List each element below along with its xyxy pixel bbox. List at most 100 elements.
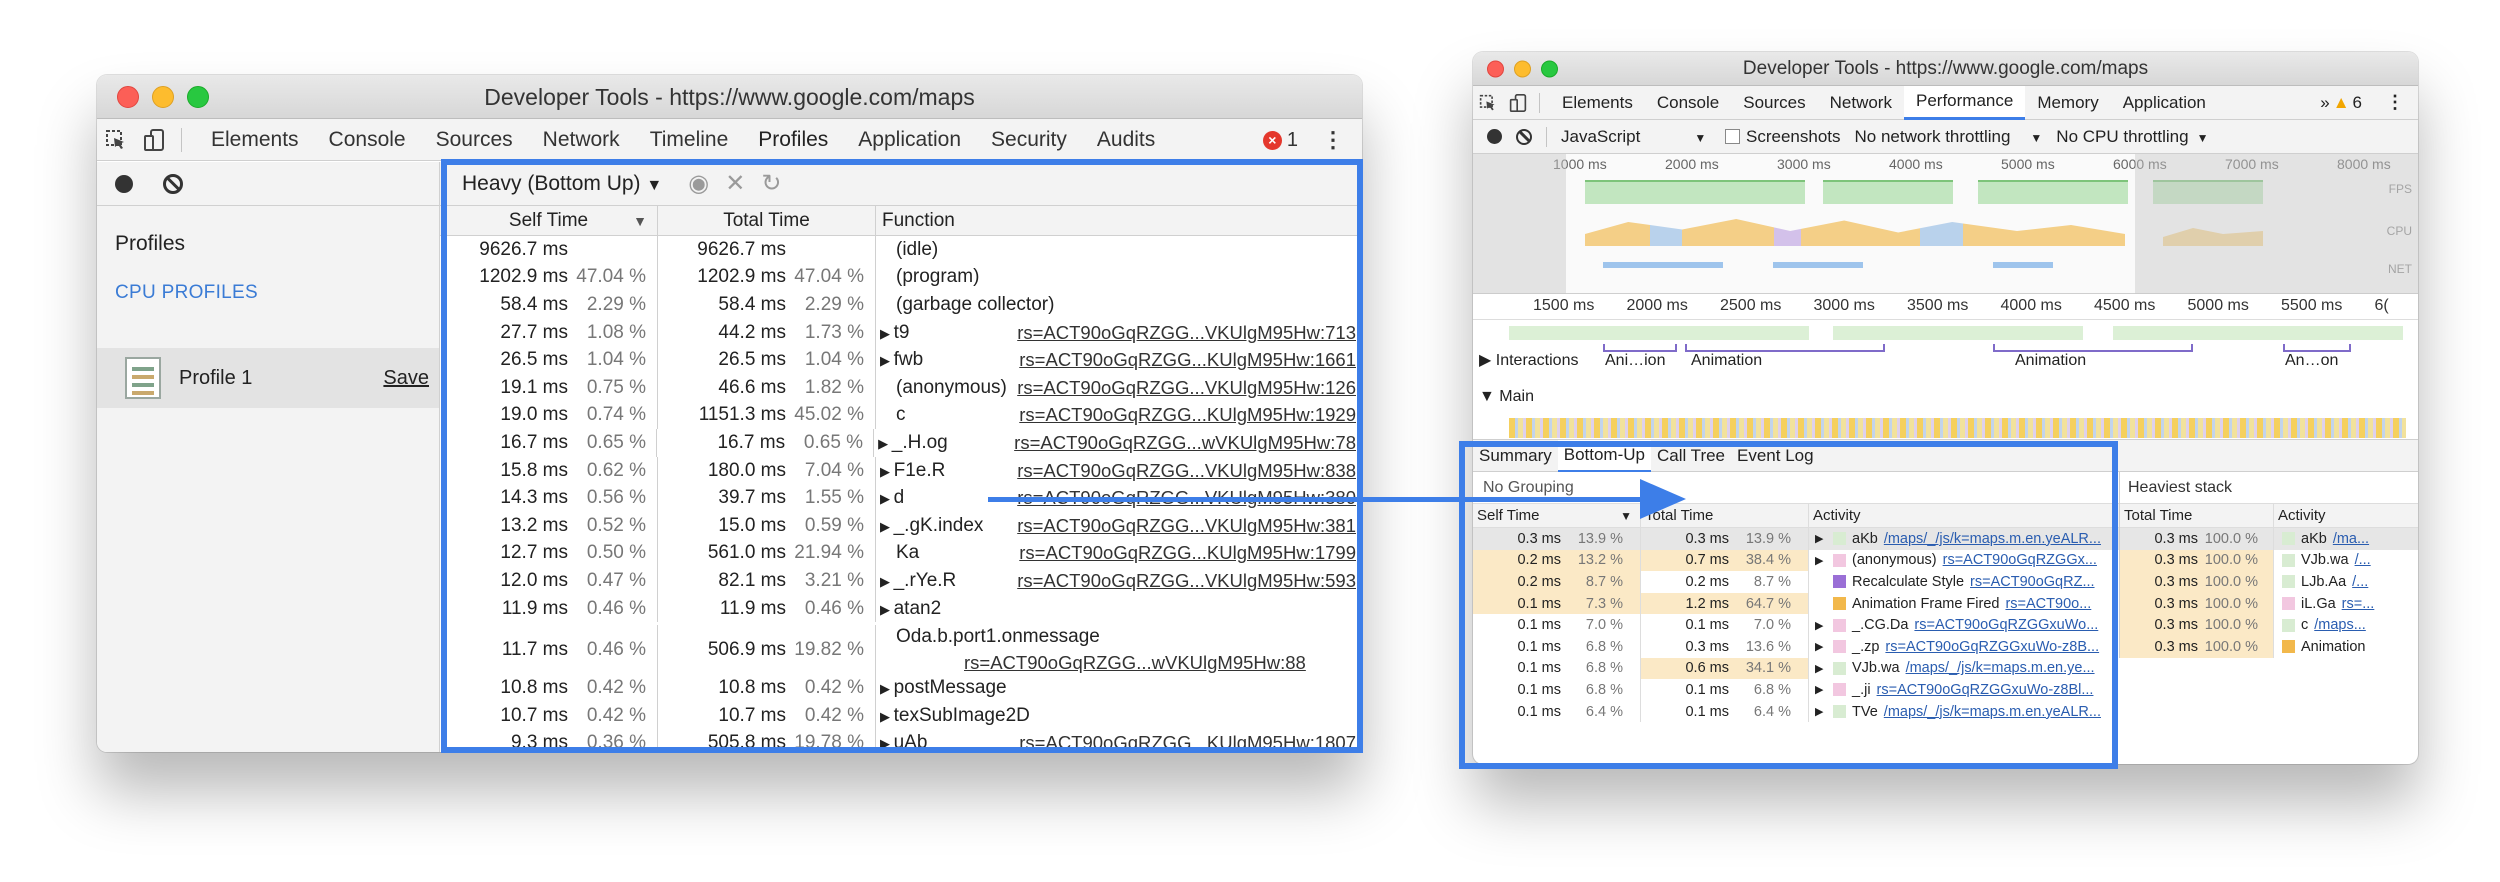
- table-row[interactable]: 0.1 ms 6.4 % 0.1 ms 6.4 % ▶ TVe/maps/_/js/k=m…: [1473, 700, 2119, 723]
- clear-icon[interactable]: [163, 173, 183, 194]
- table-row[interactable]: 19.0 ms 0.74 % 1151.3 ms 45.02 % c rs=ACT90oG…: [440, 401, 1362, 430]
- total-time-header[interactable]: Total Time: [658, 206, 876, 235]
- source-link[interactable]: rs=...: [2342, 596, 2375, 612]
- table-row[interactable]: 0.1 ms 6.8 % 0.6 ms 34.1 % ▶ VJb.wa/maps/_/js…: [1473, 657, 2119, 680]
- tab-application[interactable]: Application: [843, 119, 976, 161]
- table-row[interactable]: 10.7 ms 0.42 % 10.7 ms 0.42 % ▶ texSubImage2…: [440, 701, 1362, 730]
- tab-console[interactable]: Console: [314, 119, 421, 161]
- cpu-throttling-select[interactable]: No CPU throttling ▼: [2056, 127, 2208, 147]
- animation-label[interactable]: Animation: [2015, 352, 2086, 370]
- expand-arrow-icon[interactable]: ▶: [880, 519, 894, 534]
- table-row[interactable]: 58.4 ms 2.29 % 58.4 ms 2.29 % (garbage colle…: [440, 291, 1362, 319]
- total-time-header[interactable]: Total Time: [2120, 504, 2274, 527]
- timeline-flamechart[interactable]: 1500 ms 2000 ms 2500 ms 3000 ms 3500 ms 4000 …: [1473, 294, 2418, 440]
- inspect-element-icon[interactable]: [1473, 86, 1503, 120]
- source-link[interactable]: rs=ACT90oGqRZGG...VKUlgM95Hw:713: [1017, 322, 1356, 344]
- expand-arrow-icon[interactable]: ▶: [1815, 554, 1829, 567]
- source-link[interactable]: rs=ACT90oGqRZGG...VKUlgM95Hw:381: [1017, 515, 1356, 537]
- table-row[interactable]: 27.7 ms 1.08 % 44.2 ms 1.73 % ▶ t9 rs=ACT90oG…: [440, 318, 1362, 347]
- tab-bottom-up[interactable]: Bottom-Up: [1557, 439, 1651, 472]
- stack-row[interactable]: 0.3 ms 100.0 % aKb/ma...: [2120, 528, 2418, 550]
- tab-elements[interactable]: Elements: [196, 119, 314, 161]
- table-row[interactable]: 10.8 ms 0.42 % 10.8 ms 0.42 % ▶ postMessage: [440, 674, 1362, 702]
- save-profile-link[interactable]: Save: [383, 367, 429, 390]
- source-link[interactable]: /...: [2352, 574, 2368, 590]
- table-row[interactable]: 15.8 ms 0.62 % 180.0 ms 7.04 % ▶ F1e.R rs=ACT…: [440, 456, 1362, 485]
- minimize-window-button[interactable]: [152, 85, 174, 108]
- tab-network[interactable]: Network: [528, 119, 635, 161]
- expand-arrow-icon[interactable]: ▶: [880, 602, 894, 617]
- screenshots-checkbox[interactable]: Screenshots: [1725, 127, 1841, 147]
- source-link[interactable]: rs=ACT90oGqRZGG...KUlgM95Hw:1807: [1019, 732, 1356, 752]
- focus-function-icon[interactable]: ◉: [688, 169, 709, 198]
- expand-arrow-icon[interactable]: ▶: [1815, 619, 1829, 632]
- network-throttling-select[interactable]: No network throttling ▼: [1855, 127, 2043, 147]
- tab-audits[interactable]: Audits: [1082, 119, 1170, 161]
- stack-row[interactable]: 0.3 ms 100.0 % VJb.wa /...: [2120, 549, 2418, 572]
- source-link[interactable]: /maps...: [2314, 617, 2366, 633]
- profile-list-item[interactable]: Profile 1 Save: [97, 348, 439, 408]
- animation-label[interactable]: An…on: [2285, 352, 2338, 370]
- close-window-button[interactable]: [1487, 60, 1504, 77]
- stack-row[interactable]: 0.3 ms 100.0 % LJb.Aa /...: [2120, 571, 2418, 593]
- zoom-window-button[interactable]: [187, 85, 209, 108]
- self-time-header[interactable]: Self Time ▼: [440, 206, 658, 235]
- table-row[interactable]: 19.1 ms 0.75 % 46.6 ms 1.82 % (anonymous) rs=…: [440, 373, 1362, 402]
- source-link[interactable]: /maps/_/js/k=maps.m.en.yeALR...: [1884, 531, 2101, 547]
- expand-arrow-icon[interactable]: ▶: [1815, 683, 1829, 696]
- expand-arrow-icon[interactable]: ▶: [880, 326, 894, 341]
- expand-arrow-icon[interactable]: ▶: [1815, 662, 1829, 675]
- device-toolbar-icon[interactable]: [1503, 86, 1533, 120]
- table-row[interactable]: 0.1 ms 6.8 % 0.1 ms 6.8 % ▶ _.ji rs=ACT90oGqRZ…: [1473, 679, 2119, 701]
- expand-arrow-icon[interactable]: ▶: [880, 736, 894, 751]
- source-link[interactable]: rs=ACT90oGqRZGG...KUlgM95Hw:1799: [1019, 542, 1356, 564]
- tab-profiles[interactable]: Profiles: [743, 119, 843, 161]
- table-row[interactable]: 1202.9 ms 47.04 % 1202.9 ms 47.04 % (program…: [440, 263, 1362, 292]
- activity-header[interactable]: Activity: [2274, 504, 2418, 527]
- warning-counter[interactable]: » ▲ 6: [2320, 93, 2362, 113]
- more-tabs-icon[interactable]: »: [2320, 93, 2329, 113]
- expand-arrow-icon[interactable]: ▶: [1815, 532, 1829, 545]
- table-row[interactable]: 0.1 ms 7.0 % 0.1 ms 7.0 % ▶ _.CG.Da rs=ACT90oG…: [1473, 614, 2119, 636]
- table-row[interactable]: 9626.7 ms 9626.7 ms (idle): [440, 236, 1362, 264]
- tab-memory[interactable]: Memory: [2025, 86, 2110, 120]
- table-row[interactable]: 12.7 ms 0.50 % 561.0 ms 21.94 % Ka rs=ACT90oG…: [440, 539, 1362, 568]
- source-link[interactable]: /ma...: [2333, 531, 2369, 547]
- source-link[interactable]: /maps/_/js/k=maps.m.en.ye...: [1906, 660, 2095, 676]
- table-row[interactable]: 11.7 ms 0.46 % 506.9 ms 19.82 % Oda.b.port1.…: [440, 622, 1362, 675]
- source-link[interactable]: /maps/_/js/k=maps.m.en.yeALR...: [1884, 704, 2101, 720]
- table-row[interactable]: 0.1 ms 6.8 % 0.3 ms 13.6 % ▶ _.zp rs=ACT90oGqR…: [1473, 635, 2119, 658]
- activity-header[interactable]: Activity: [1809, 504, 2119, 527]
- table-row[interactable]: 0.2 ms 8.7 % 0.2 ms 8.7 % Recalculate Style r…: [1473, 571, 2119, 593]
- table-row[interactable]: 9.3 ms 0.36 % 505.8 ms 19.78 % ▶ uAb rs=ACT90…: [440, 729, 1362, 752]
- source-link[interactable]: rs=ACT90oGqRZGG...VKUlgM95Hw:838: [1017, 460, 1356, 482]
- tab-console[interactable]: Console: [1645, 86, 1731, 120]
- stack-row[interactable]: 0.3 ms 100.0 % Animation: [2120, 635, 2418, 658]
- more-menu-icon[interactable]: ⋮: [1322, 127, 1344, 153]
- tab-network[interactable]: Network: [1818, 86, 1904, 120]
- animation-label[interactable]: Animation: [1691, 352, 1762, 370]
- zoom-window-button[interactable]: [1541, 60, 1558, 77]
- selection-shade-right[interactable]: [2135, 154, 2418, 294]
- function-header[interactable]: Function: [876, 206, 1362, 235]
- more-menu-icon[interactable]: ⋮: [2386, 92, 2404, 113]
- exclude-function-icon[interactable]: ✕: [725, 169, 745, 198]
- animation-label[interactable]: Ani…ion: [1605, 352, 1665, 370]
- expand-arrow-icon[interactable]: ▶: [880, 709, 894, 724]
- source-link[interactable]: /...: [2355, 552, 2371, 568]
- main-thread-flamechart[interactable]: [1509, 418, 2406, 438]
- table-row[interactable]: 13.2 ms 0.52 % 15.0 ms 0.59 % ▶ _.gK.index rs…: [440, 511, 1362, 540]
- expand-arrow-icon[interactable]: ▶: [880, 353, 894, 368]
- expand-arrow-icon[interactable]: ▶: [1815, 705, 1829, 718]
- inspect-element-icon[interactable]: [97, 119, 135, 161]
- view-mode-select[interactable]: Heavy (Bottom Up) ▼: [462, 172, 662, 196]
- tab-application[interactable]: Application: [2111, 86, 2218, 120]
- error-counter[interactable]: × 1: [1262, 129, 1298, 152]
- tab-call-tree[interactable]: Call Tree: [1651, 440, 1731, 472]
- record-icon[interactable]: [115, 174, 133, 193]
- tab-performance[interactable]: Performance: [1903, 85, 2026, 120]
- expand-arrow-icon[interactable]: ▶: [880, 464, 894, 479]
- expand-arrow-icon[interactable]: ▶: [880, 491, 894, 506]
- close-window-button[interactable]: [117, 85, 139, 108]
- clear-icon[interactable]: [1516, 128, 1532, 145]
